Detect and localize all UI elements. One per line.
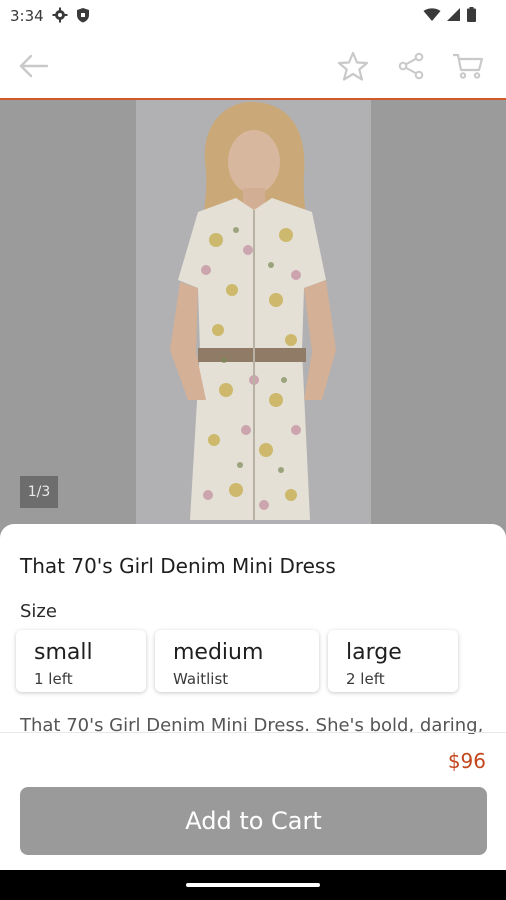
size-option-small[interactable]: small 1 left — [16, 630, 146, 692]
cart-icon[interactable] — [452, 50, 484, 82]
size-stock: 1 left — [34, 670, 73, 688]
size-name: medium — [173, 640, 264, 665]
product-price: $96 — [447, 749, 486, 773]
status-bar: 3:34 — [0, 0, 506, 32]
home-gesture-handle[interactable] — [186, 883, 320, 887]
product-sheet: That 70's Girl Denim Mini Dress Size sma… — [0, 524, 506, 870]
size-option-large[interactable]: large 2 left — [328, 630, 458, 692]
size-name: small — [34, 640, 93, 665]
size-label: Size — [20, 601, 57, 622]
status-time: 3:34 — [10, 7, 44, 25]
signal-icon — [447, 7, 461, 27]
back-arrow-icon[interactable] — [18, 50, 50, 82]
product-photo — [136, 100, 371, 540]
gear-icon — [52, 7, 68, 28]
star-icon[interactable] — [337, 50, 369, 82]
size-name: large — [346, 640, 402, 665]
product-title: That 70's Girl Denim Mini Dress — [20, 554, 336, 578]
size-stock: Waitlist — [173, 670, 229, 688]
divider — [0, 732, 506, 733]
app-toolbar — [0, 32, 506, 98]
image-counter: 1/3 — [20, 476, 58, 508]
share-icon[interactable] — [395, 50, 427, 82]
size-stock: 2 left — [346, 670, 385, 688]
wifi-icon — [423, 7, 441, 27]
battery-icon — [467, 7, 476, 27]
add-to-cart-button[interactable]: Add to Cart — [20, 787, 487, 855]
system-nav-bar — [0, 870, 506, 900]
product-image-gallery[interactable] — [0, 100, 506, 540]
size-option-medium[interactable]: medium Waitlist — [155, 630, 319, 692]
shield-icon — [76, 7, 90, 28]
